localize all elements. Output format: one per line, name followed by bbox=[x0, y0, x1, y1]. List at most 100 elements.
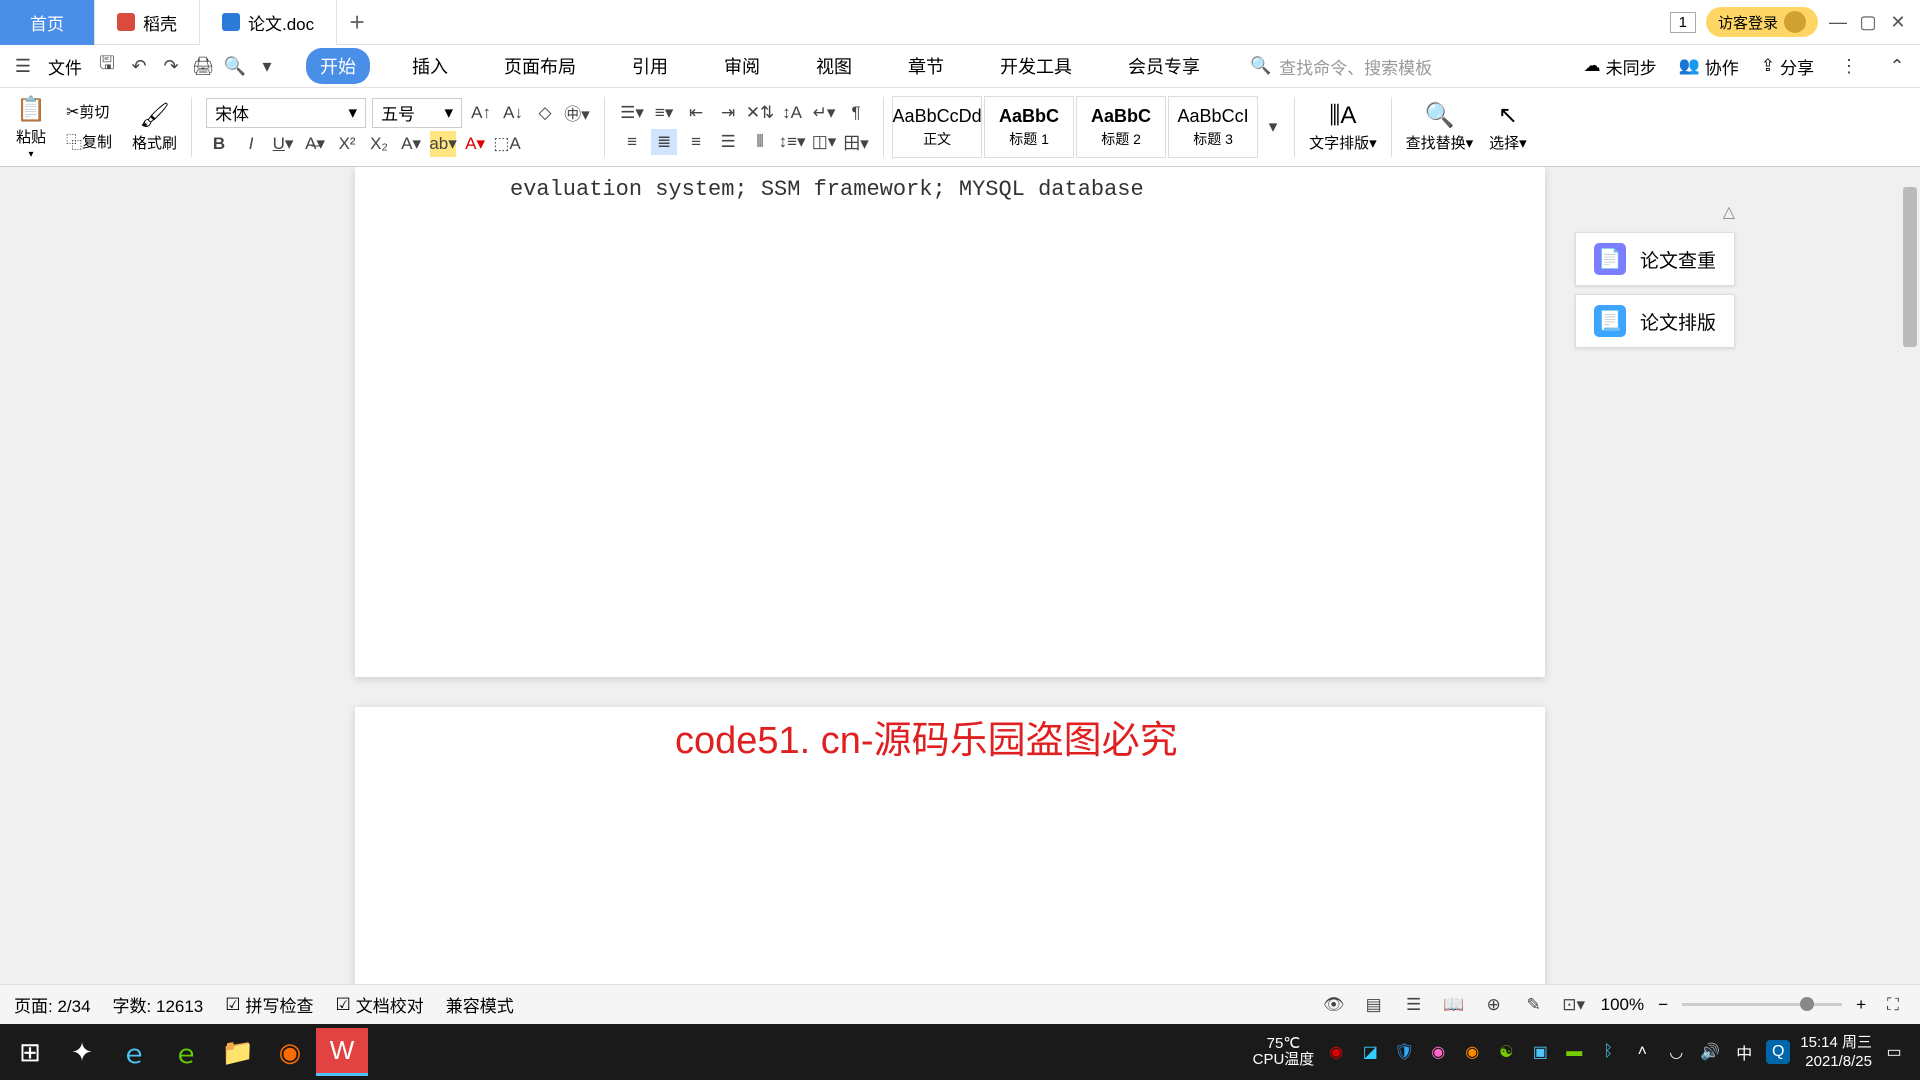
menu-tab-reference[interactable]: 引用 bbox=[618, 48, 682, 84]
word-count[interactable]: 字数: 12613 bbox=[113, 992, 204, 1017]
tray-icon-6[interactable]: ☯ bbox=[1494, 1040, 1518, 1064]
text-effect-button[interactable]: A▾ bbox=[398, 131, 424, 157]
zoom-in-button[interactable]: + bbox=[1856, 995, 1866, 1015]
plagiarism-check-button[interactable]: 📄 论文查重 bbox=[1575, 232, 1735, 286]
text-direction-icon[interactable]: ↕A bbox=[779, 100, 805, 126]
menu-tab-pagelayout[interactable]: 页面布局 bbox=[490, 48, 590, 84]
tray-icon-3[interactable]: 🛡 bbox=[1392, 1040, 1416, 1064]
new-tab-button[interactable]: + bbox=[337, 7, 377, 38]
number-list-icon[interactable]: ≡▾ bbox=[651, 100, 677, 126]
redo-icon[interactable]: ↷ bbox=[158, 53, 184, 79]
vertical-scrollbar[interactable] bbox=[1900, 167, 1920, 984]
shrink-font-icon[interactable]: A↓ bbox=[500, 100, 526, 126]
phonetic-icon[interactable]: ㊥▾ bbox=[564, 100, 590, 126]
app-1[interactable]: ✦ bbox=[56, 1028, 108, 1076]
find-replace-button[interactable]: 🔍查找替换▾ bbox=[1400, 99, 1480, 155]
grow-font-icon[interactable]: A↑ bbox=[468, 100, 494, 126]
tray-icon-5[interactable]: ◉ bbox=[1460, 1040, 1484, 1064]
preview-icon[interactable]: 🔍 bbox=[222, 53, 248, 79]
start-button[interactable]: ⊞ bbox=[4, 1028, 56, 1076]
strikethrough-button[interactable]: A̶▾ bbox=[302, 131, 328, 157]
ime-indicator[interactable]: 中 bbox=[1732, 1040, 1756, 1064]
collapse-ribbon-icon[interactable]: ⌃ bbox=[1884, 53, 1910, 79]
bullet-list-icon[interactable]: ☰▾ bbox=[619, 100, 645, 126]
print-icon[interactable]: 🖨 bbox=[190, 53, 216, 79]
text-layout-button[interactable]: ⫼A文字排版▾ bbox=[1303, 100, 1383, 155]
save-icon[interactable]: 🖫 bbox=[94, 53, 120, 79]
bold-button[interactable]: B bbox=[206, 131, 232, 157]
notification-icon[interactable]: ▭ bbox=[1882, 1040, 1906, 1064]
zoom-slider[interactable] bbox=[1682, 1003, 1842, 1006]
copy-button[interactable]: ⿻复制 bbox=[62, 127, 116, 155]
menu-tab-start[interactable]: 开始 bbox=[306, 48, 370, 84]
tray-icon-4[interactable]: ◉ bbox=[1426, 1040, 1450, 1064]
sort-icon[interactable]: ✕⇅ bbox=[747, 100, 773, 126]
undo-icon[interactable]: ↶ bbox=[126, 53, 152, 79]
annotation-icon[interactable]: ✎ bbox=[1521, 992, 1547, 1018]
style-normal[interactable]: AaBbCcDd正文 bbox=[892, 96, 982, 158]
menu-tab-review[interactable]: 审阅 bbox=[710, 48, 774, 84]
char-border-button[interactable]: ⬚A bbox=[494, 131, 520, 157]
file-menu[interactable]: 文件 bbox=[42, 54, 88, 79]
style-more-icon[interactable]: ▾ bbox=[1260, 114, 1286, 140]
search-box[interactable]: 🔍 查找命令、搜索模板 bbox=[1250, 54, 1432, 79]
justify-icon[interactable]: ☰ bbox=[715, 129, 741, 155]
tray-icon-8[interactable]: ▬ bbox=[1562, 1040, 1586, 1064]
zoom-out-button[interactable]: − bbox=[1658, 995, 1668, 1015]
page-view-icon[interactable]: ▤ bbox=[1361, 992, 1387, 1018]
explorer-icon[interactable]: 📁 bbox=[212, 1028, 264, 1076]
tab-document[interactable]: 论文.doc bbox=[200, 0, 337, 45]
outline-view-icon[interactable]: ☰ bbox=[1401, 992, 1427, 1018]
underline-button[interactable]: U▾ bbox=[270, 131, 296, 157]
ie-icon[interactable]: ｅ bbox=[108, 1028, 160, 1076]
align-left-icon[interactable]: ≡ bbox=[619, 129, 645, 155]
wifi-icon[interactable]: ◡ bbox=[1664, 1040, 1688, 1064]
align-center-icon[interactable]: ≣ bbox=[651, 129, 677, 155]
tray-icon-9[interactable]: Q bbox=[1766, 1040, 1790, 1064]
web-view-icon[interactable]: ⊕ bbox=[1481, 992, 1507, 1018]
login-button[interactable]: 访客登录 bbox=[1706, 7, 1818, 37]
tray-icon-1[interactable]: ◉ bbox=[1324, 1040, 1348, 1064]
clear-format-icon[interactable]: ◇ bbox=[532, 100, 558, 126]
paste-button[interactable]: 📋粘贴▾ bbox=[10, 93, 52, 162]
tray-icon-7[interactable]: ▣ bbox=[1528, 1040, 1552, 1064]
select-button[interactable]: ↖选择▾ bbox=[1483, 99, 1533, 155]
menu-tab-chapter[interactable]: 章节 bbox=[894, 48, 958, 84]
show-marks-icon[interactable]: ¶ bbox=[843, 100, 869, 126]
fit-icon[interactable]: ⊡▾ bbox=[1561, 992, 1587, 1018]
collapse-panel-icon[interactable]: △ bbox=[1723, 204, 1735, 221]
highlight-button[interactable]: ab▾ bbox=[430, 131, 456, 157]
line-break-icon[interactable]: ↵▾ bbox=[811, 100, 837, 126]
zoom-value[interactable]: 100% bbox=[1601, 995, 1644, 1015]
increase-indent-icon[interactable]: ⇥ bbox=[715, 100, 741, 126]
minimize-button[interactable]: — bbox=[1828, 12, 1848, 32]
document-proof[interactable]: ☑文档校对 bbox=[336, 992, 424, 1017]
spell-check[interactable]: ☑拼写检查 bbox=[225, 992, 313, 1017]
clock[interactable]: 15:14 周三 2021/8/25 bbox=[1800, 1033, 1872, 1072]
menu-tab-devtools[interactable]: 开发工具 bbox=[986, 48, 1086, 84]
border-icon[interactable]: 田▾ bbox=[843, 129, 869, 155]
style-heading2[interactable]: AaBbC标题 2 bbox=[1076, 96, 1166, 158]
decrease-indent-icon[interactable]: ⇤ bbox=[683, 100, 709, 126]
volume-icon[interactable]: 🔊 bbox=[1698, 1040, 1722, 1064]
collab-button[interactable]: 👥协作 bbox=[1679, 54, 1739, 79]
read-view-icon[interactable]: 📖 bbox=[1441, 992, 1467, 1018]
tab-daoke[interactable]: 稻壳 bbox=[95, 0, 200, 45]
scrollbar-thumb[interactable] bbox=[1903, 187, 1917, 347]
window-number[interactable]: 1 bbox=[1670, 12, 1696, 33]
menu-tab-member[interactable]: 会员专享 bbox=[1114, 48, 1214, 84]
zoom-thumb[interactable] bbox=[1800, 997, 1814, 1011]
font-select[interactable]: 宋体▾ bbox=[206, 98, 366, 128]
app-2[interactable]: ◉ bbox=[264, 1028, 316, 1076]
eye-icon[interactable]: 👁 bbox=[1321, 992, 1347, 1018]
shading-icon[interactable]: ◫▾ bbox=[811, 129, 837, 155]
edge-icon[interactable]: ｅ bbox=[160, 1028, 212, 1076]
chevron-up-icon[interactable]: ˄ bbox=[1630, 1040, 1654, 1064]
bluetooth-icon[interactable]: ᛒ bbox=[1596, 1040, 1620, 1064]
page-indicator[interactable]: 页面: 2/34 bbox=[14, 992, 91, 1017]
sync-status[interactable]: ☁未同步 bbox=[1584, 54, 1657, 79]
share-button[interactable]: ⇪分享 bbox=[1761, 54, 1814, 79]
menu-icon[interactable]: ☰ bbox=[10, 53, 36, 79]
tray-icon-2[interactable]: ◪ bbox=[1358, 1040, 1382, 1064]
cut-button[interactable]: ✂剪切 bbox=[62, 99, 116, 124]
